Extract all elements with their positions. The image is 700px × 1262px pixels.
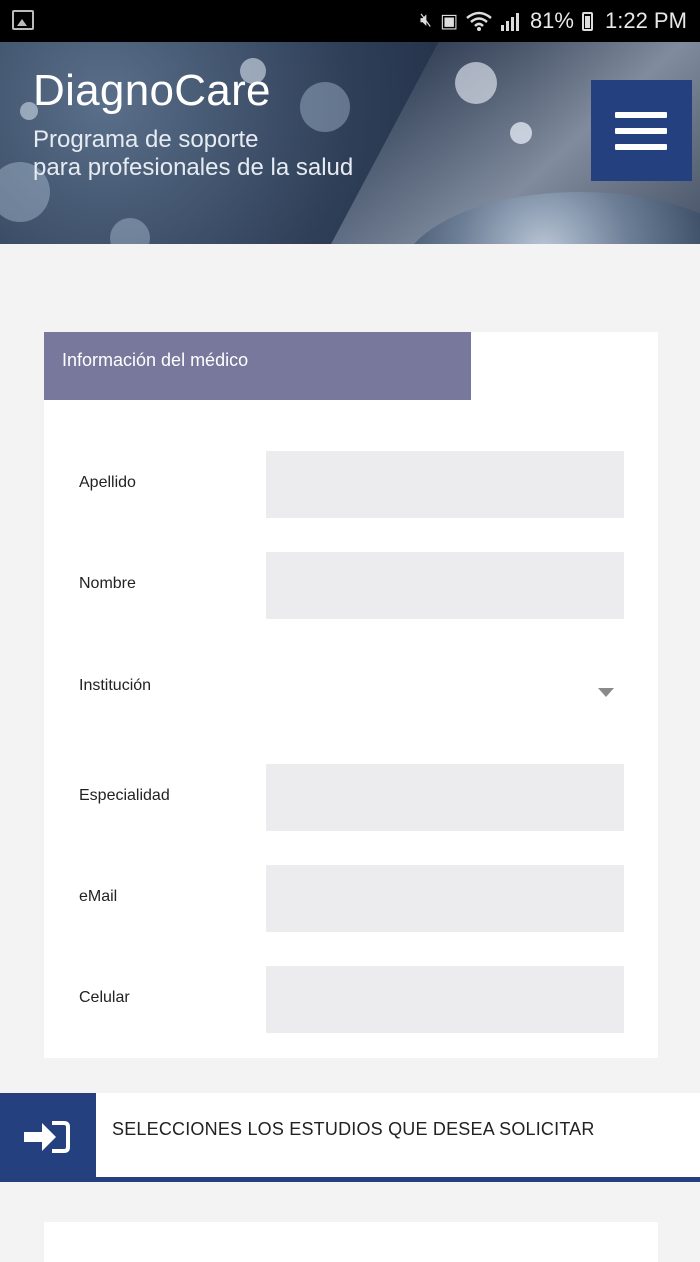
field-label-nombre: Nombre <box>79 575 136 592</box>
battery-percent: 81% <box>529 8 574 33</box>
field-label-especialidad: Especialidad <box>79 787 170 804</box>
step-underline <box>0 1177 700 1182</box>
subtitle-line: Programa de soporte <box>33 126 259 153</box>
header-decoration <box>455 62 497 104</box>
app-subtitle: Programa de soporte para profesionales d… <box>33 126 393 182</box>
studies-card <box>44 1222 658 1262</box>
doctor-info-form: Información del médico Apellido Nombre I… <box>44 332 658 1058</box>
mute-icon: 🔇︎ <box>420 10 432 31</box>
field-label-celular: Celular <box>79 989 130 1006</box>
especialidad-input[interactable] <box>266 764 624 831</box>
email-input[interactable] <box>266 865 624 932</box>
wifi-icon <box>466 11 492 31</box>
menu-icon-bar <box>615 128 667 134</box>
field-label-institucion: Institución <box>79 677 152 694</box>
celular-input[interactable] <box>266 966 624 1033</box>
app-title: DiagnoCare <box>33 66 271 115</box>
gallery-notification-icon <box>12 10 34 30</box>
section-title: Información del médico <box>44 332 471 400</box>
app-header: DiagnoCare Programa de soporte para prof… <box>0 42 700 244</box>
clock: 1:22 PM <box>604 8 687 33</box>
menu-icon-bar <box>615 144 667 150</box>
apellido-input[interactable] <box>266 451 624 518</box>
signal-icon <box>500 13 519 31</box>
hamburger-menu-button[interactable] <box>591 80 692 181</box>
sign-in-arrow-icon <box>24 1121 70 1153</box>
subtitle-line: para profesionales de la salud <box>33 154 354 181</box>
status-bar: 🔇︎ ▣ 81% 1:22 PM <box>0 0 700 42</box>
status-icons: 🔇︎ ▣ 81% 1:22 PM <box>420 8 687 34</box>
step-icon-box <box>0 1093 96 1181</box>
select-studies-step[interactable]: SELECCIONES LOS ESTUDIOS QUE DESEA SOLIC… <box>0 1093 700 1182</box>
step-label: SELECCIONES LOS ESTUDIOS QUE DESEA SOLIC… <box>112 1119 595 1139</box>
battery-icon <box>581 11 593 31</box>
menu-icon-bar <box>615 112 667 118</box>
header-decoration <box>110 218 150 244</box>
nombre-input[interactable] <box>266 552 624 619</box>
header-decoration <box>300 82 350 132</box>
main-content: Información del médico Apellido Nombre I… <box>0 244 700 1262</box>
vibrate-icon: ▣ <box>439 10 458 32</box>
institucion-dropdown-arrow-icon[interactable] <box>598 688 614 697</box>
field-label-email: eMail <box>79 888 118 905</box>
field-label-apellido: Apellido <box>79 474 136 491</box>
header-decoration <box>510 122 532 144</box>
